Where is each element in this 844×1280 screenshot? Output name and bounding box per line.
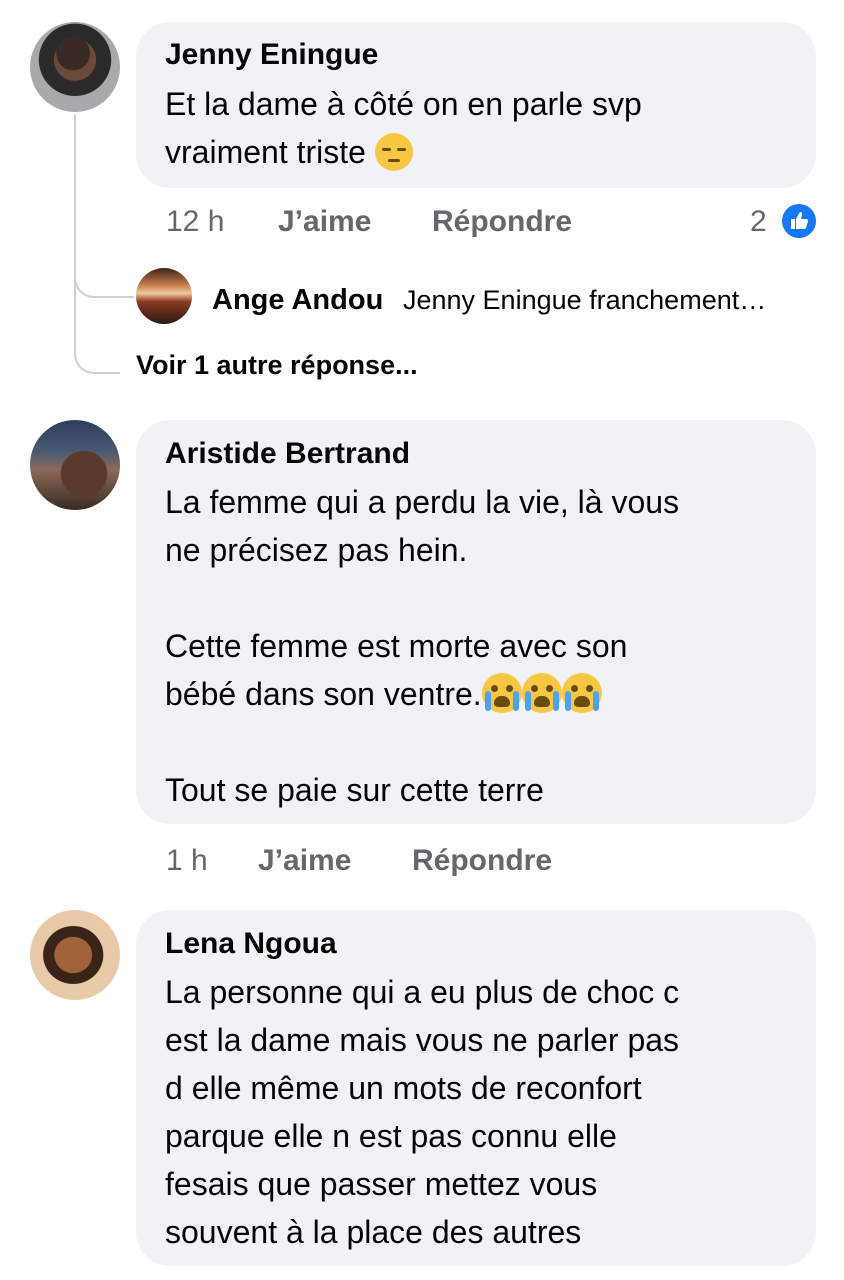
thread-line xyxy=(74,115,76,345)
crying-face-emoji xyxy=(481,673,522,713)
reaction-count[interactable]: 2 xyxy=(750,205,767,239)
avatar-lena-ngoua[interactable] xyxy=(30,910,120,1000)
comment-author[interactable]: Jenny Eningue xyxy=(165,38,378,72)
comment-text: bébé dans son ventre. xyxy=(165,676,482,712)
comment-text-line: La personne qui a eu plus de choc c xyxy=(165,974,680,1010)
like-button[interactable]: J’aime xyxy=(278,205,371,239)
reply-preview-text[interactable]: Jenny Eningue franchement… xyxy=(403,276,766,324)
comment-text-line: fesais que passer mettez vous xyxy=(165,1166,598,1202)
comment-text-line: Cette femme est morte avec son xyxy=(165,628,628,664)
avatar-jenny-eningue[interactable] xyxy=(30,22,120,112)
comment-text-line: bébé dans son ventre. xyxy=(165,670,602,718)
like-reaction-icon[interactable] xyxy=(782,204,816,238)
comment-author[interactable]: Aristide Bertrand xyxy=(165,437,410,471)
comment-text-line: ne précisez pas hein. xyxy=(165,532,468,568)
comment-text-line: La femme qui a perdu la vie, là vous xyxy=(165,484,680,520)
crying-face-emoji xyxy=(561,673,602,713)
crying-face-emoji xyxy=(521,673,562,713)
comment-timestamp[interactable]: 12 h xyxy=(166,205,224,239)
thread-connector-more xyxy=(74,340,120,374)
thread-connector-reply xyxy=(74,260,134,298)
view-more-replies-link[interactable]: Voir 1 autre réponse... xyxy=(136,350,418,381)
comment-text-line: Et la dame à côté on en parle svp xyxy=(165,86,642,122)
comment-text-line: est la dame mais vous ne parler pas xyxy=(165,1022,680,1058)
comment-text-line: Tout se paie sur cette terre xyxy=(165,772,544,808)
comment-text-line: d elle même un mots de reconfort xyxy=(165,1070,642,1106)
comment-text: vraiment triste xyxy=(165,134,366,170)
avatar-ange-andou[interactable] xyxy=(136,268,192,324)
comment-author[interactable]: Lena Ngoua xyxy=(165,927,337,961)
comment-timestamp[interactable]: 1 h xyxy=(166,844,208,878)
sad-face-emoji xyxy=(374,133,413,171)
comment-text-line: vraiment triste xyxy=(165,128,413,176)
comment-text-line: parque elle n est pas connu elle xyxy=(165,1118,617,1154)
avatar-aristide-bertrand[interactable] xyxy=(30,420,120,510)
like-button[interactable]: J’aime xyxy=(258,844,351,878)
reply-author[interactable]: Ange Andou xyxy=(212,284,383,317)
reply-button[interactable]: Répondre xyxy=(432,205,572,239)
comment-text-line: souvent à la place des autres xyxy=(165,1214,582,1250)
reply-button[interactable]: Répondre xyxy=(412,844,552,878)
